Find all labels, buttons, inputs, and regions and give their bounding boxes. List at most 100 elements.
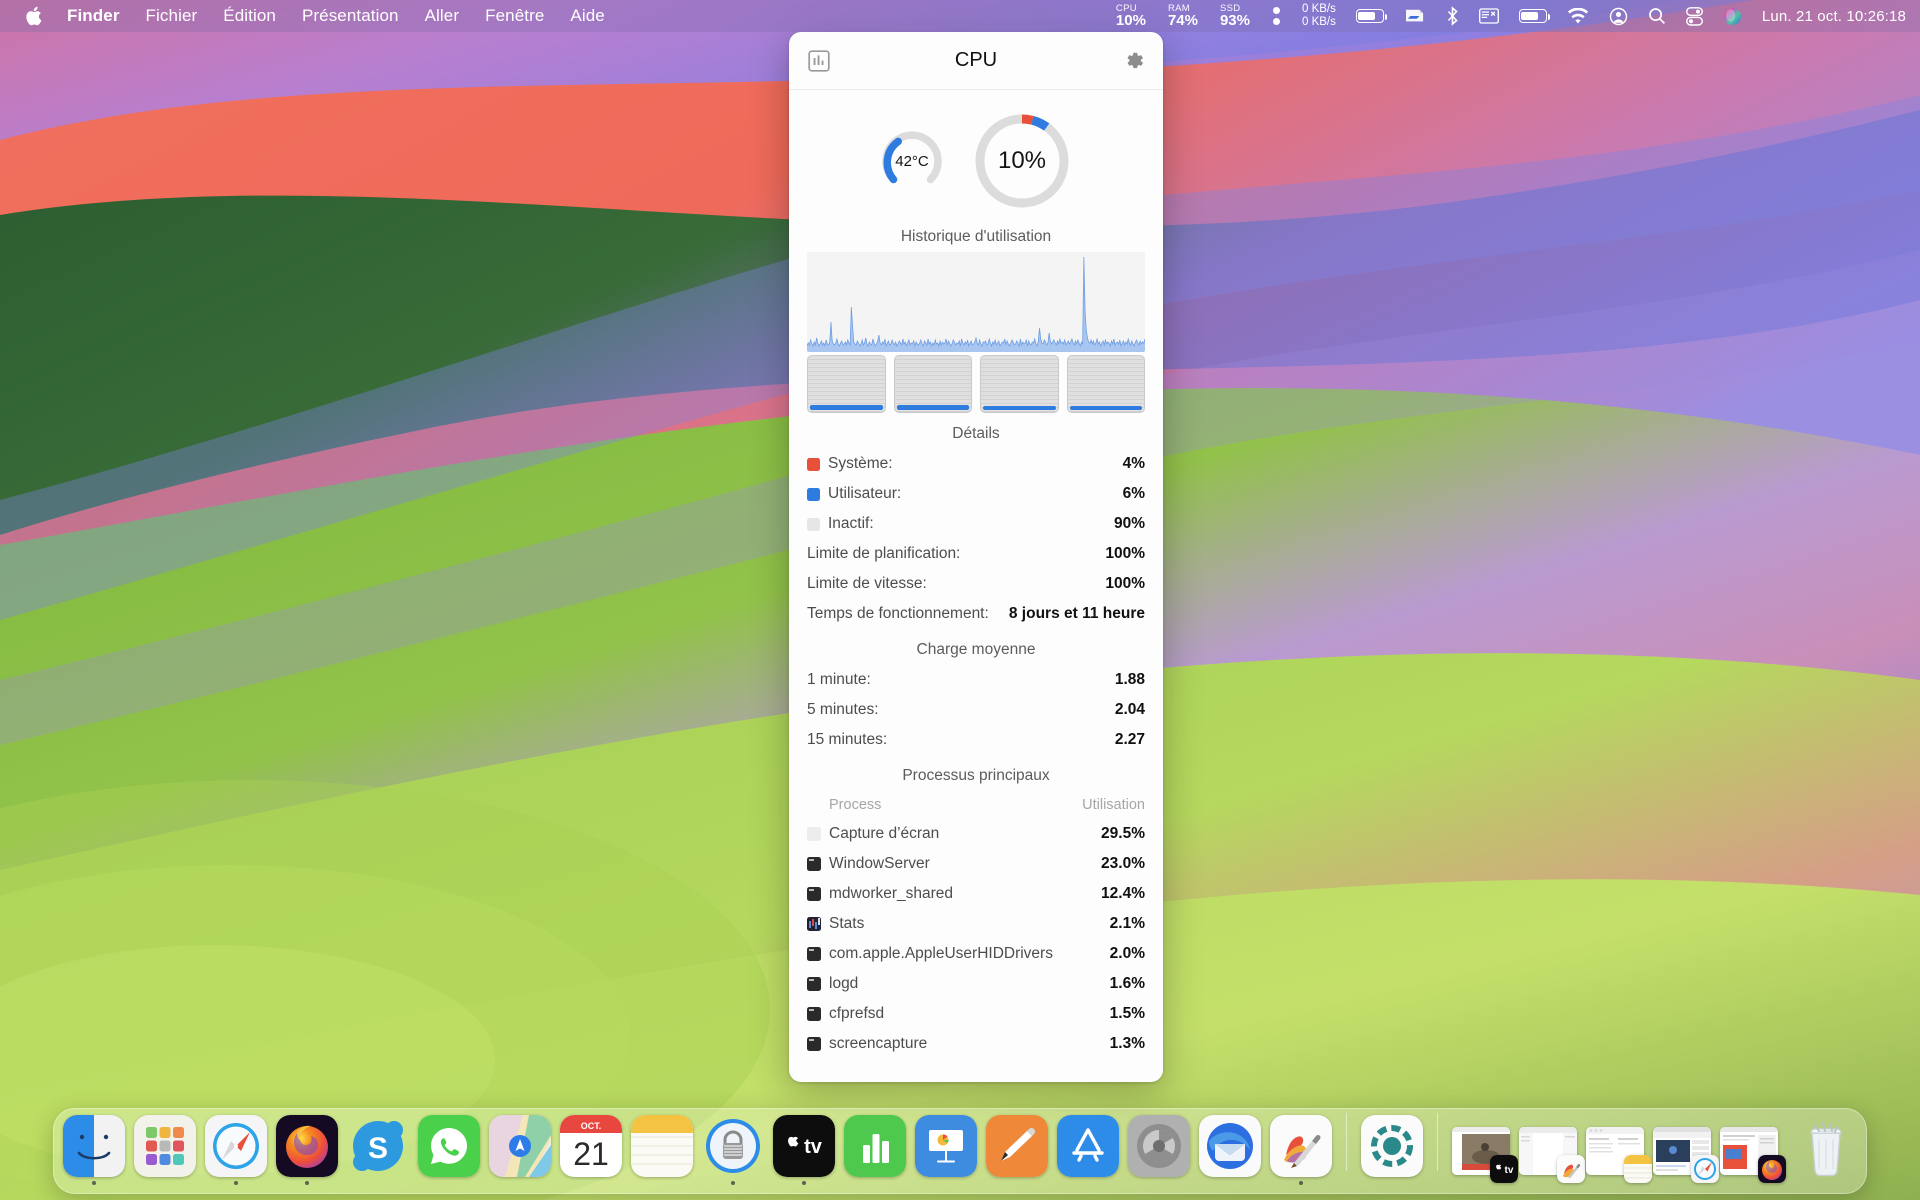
menu-item-aide[interactable]: Aide [557,4,617,28]
dock-item-trash[interactable] [1795,1115,1857,1186]
menu-item-fichier[interactable]: Fichier [133,4,211,28]
skype-icon[interactable]: S [347,1115,409,1177]
whatsapp-icon[interactable] [418,1114,480,1177]
dock-item-app-store[interactable] [1057,1114,1119,1186]
keyboard-brightness-icon[interactable] [1469,0,1509,32]
menu-item-finder[interactable]: Finder [54,4,133,28]
system-settings-icon[interactable] [1128,1114,1190,1177]
detail-label: Limite de vitesse: [807,575,927,592]
appstore-icon[interactable] [1057,1114,1119,1177]
process-usage: 1.5% [1109,1005,1145,1022]
menu-item-edition[interactable]: Édition [210,4,289,28]
process-name: Capture d’écran [829,825,940,842]
minimized-window-appletv[interactable]: tv [1452,1127,1518,1183]
dock-item-reglages-systeme[interactable] [1128,1114,1190,1186]
dock-item-launchpad[interactable] [134,1114,196,1186]
maps-icon[interactable] [489,1114,551,1177]
dock-item-skype[interactable]: S [347,1115,409,1186]
control-center-icon[interactable] [1676,0,1713,32]
dock-item-keynote[interactable] [915,1114,977,1186]
dock-item-pixelmator[interactable] [1270,1114,1332,1185]
firefox-icon[interactable] [276,1114,338,1177]
panel-title: CPU [954,49,998,71]
core-bar-4-fill [1069,406,1142,410]
processes-table-header: Process Utilisation [807,791,1145,819]
dock-item-calendrier[interactable]: OCT. 21 [560,1114,622,1186]
minimized-window-notes[interactable] [1586,1127,1652,1183]
dock-item-safari[interactable] [205,1114,267,1185]
history-section-title: Historique d'utilisation [900,228,1052,245]
appletv-icon[interactable]: tv [773,1114,835,1177]
keynote-icon[interactable] [915,1114,977,1177]
dock-item-plans[interactable] [489,1114,551,1186]
table-row[interactable]: cfprefsd 1.5% [807,999,1145,1029]
dock-separator-1 [1346,1113,1347,1171]
wifi-icon[interactable] [1557,0,1599,32]
notes-icon[interactable] [631,1114,693,1177]
detail-value: 90% [1113,515,1145,532]
onepassword-icon[interactable] [702,1115,764,1177]
process-usage: 1.6% [1109,975,1145,992]
load-row-15min: 15 minutes: 2.27 [807,725,1145,755]
table-row[interactable]: logd 1.6% [807,969,1145,999]
siri-icon[interactable] [1713,0,1752,32]
menu-bar-clock[interactable]: Lun. 21 oct. 10:26:18 [1752,8,1906,25]
thunderbird-icon[interactable] [1199,1114,1261,1177]
running-indicator [304,1180,310,1185]
dock-item-apple-tv[interactable]: tv [773,1114,835,1185]
minimized-window-safari[interactable] [1653,1127,1719,1183]
menu-item-presentation[interactable]: Présentation [289,4,412,28]
launchpad-icon[interactable] [134,1114,196,1177]
numbers-icon[interactable] [844,1114,906,1177]
bluetooth-icon[interactable] [1436,0,1469,32]
cpu-history-chart-svg [807,256,1145,352]
process-usage: 23.0% [1101,855,1145,872]
pixelmator-icon[interactable] [1270,1114,1332,1177]
dock-item-finder[interactable] [63,1114,125,1185]
status-ram[interactable]: RAM 74% [1157,4,1209,28]
status-ssd[interactable]: SSD 93% [1209,4,1261,28]
gear-icon[interactable] [1120,48,1146,74]
trash-icon[interactable] [1795,1115,1857,1177]
stats-dashed-icon[interactable] [1361,1114,1423,1177]
temperature-gauge: 42°C [879,128,945,194]
table-row[interactable]: screencapture 1.3% [807,1029,1145,1059]
finder-icon[interactable] [63,1114,125,1177]
display-mirror-icon[interactable] [1394,0,1436,32]
safari-icon[interactable] [205,1114,267,1177]
dock-item-notes[interactable] [631,1114,693,1186]
load-label: 5 minutes: [807,701,879,718]
dock-item-numbers[interactable] [844,1114,906,1186]
battery-icon[interactable] [1509,0,1557,32]
dock-item-firefox[interactable] [276,1114,338,1185]
macos-dock: S OCT. 21 tv tv [53,1108,1867,1194]
table-row[interactable]: Capture d’écran 29.5% [807,819,1145,849]
table-row[interactable]: mdworker_shared 12.4% [807,879,1145,909]
pages-icon[interactable] [986,1114,1048,1177]
user-account-icon[interactable] [1599,0,1638,32]
table-row[interactable]: WindowServer 23.0% [807,849,1145,879]
search-icon[interactable] [1638,0,1676,32]
dock-item-thunderbird[interactable] [1199,1114,1261,1186]
dock-item-stats[interactable] [1361,1114,1423,1186]
table-row[interactable]: Stats 2.1% [807,909,1145,939]
gauges-row: 42°C 10% [807,90,1145,216]
status-cpu[interactable]: CPU 10% [1105,4,1157,28]
table-row[interactable]: com.apple.AppleUserHIDDrivers 2.0% [807,939,1145,969]
minimized-window-pixelmator[interactable] [1519,1127,1585,1183]
battery-widget-icon[interactable] [1346,0,1394,32]
dock-item-whatsapp[interactable] [418,1114,480,1186]
bar-chart-icon[interactable] [806,48,832,74]
menu-item-aller[interactable]: Aller [412,4,473,28]
sensors-dots-icon[interactable] [1261,7,1292,25]
minimized-window-firefox[interactable] [1720,1127,1786,1183]
detail-row-limite-planification: Limite de planification: 100% [807,539,1145,569]
core-bar-1 [807,355,886,413]
apple-logo-icon[interactable] [18,6,48,26]
menu-item-fenetre[interactable]: Fenêtre [472,4,557,28]
dock-item-pages[interactable] [986,1114,1048,1186]
dock-item-1password[interactable] [702,1115,764,1185]
detail-value: 8 jours et 11 heure [1008,605,1145,622]
calendar-icon[interactable]: OCT. 21 [560,1114,622,1177]
status-network[interactable]: 0 KB/s 0 KB/s [1292,3,1346,29]
